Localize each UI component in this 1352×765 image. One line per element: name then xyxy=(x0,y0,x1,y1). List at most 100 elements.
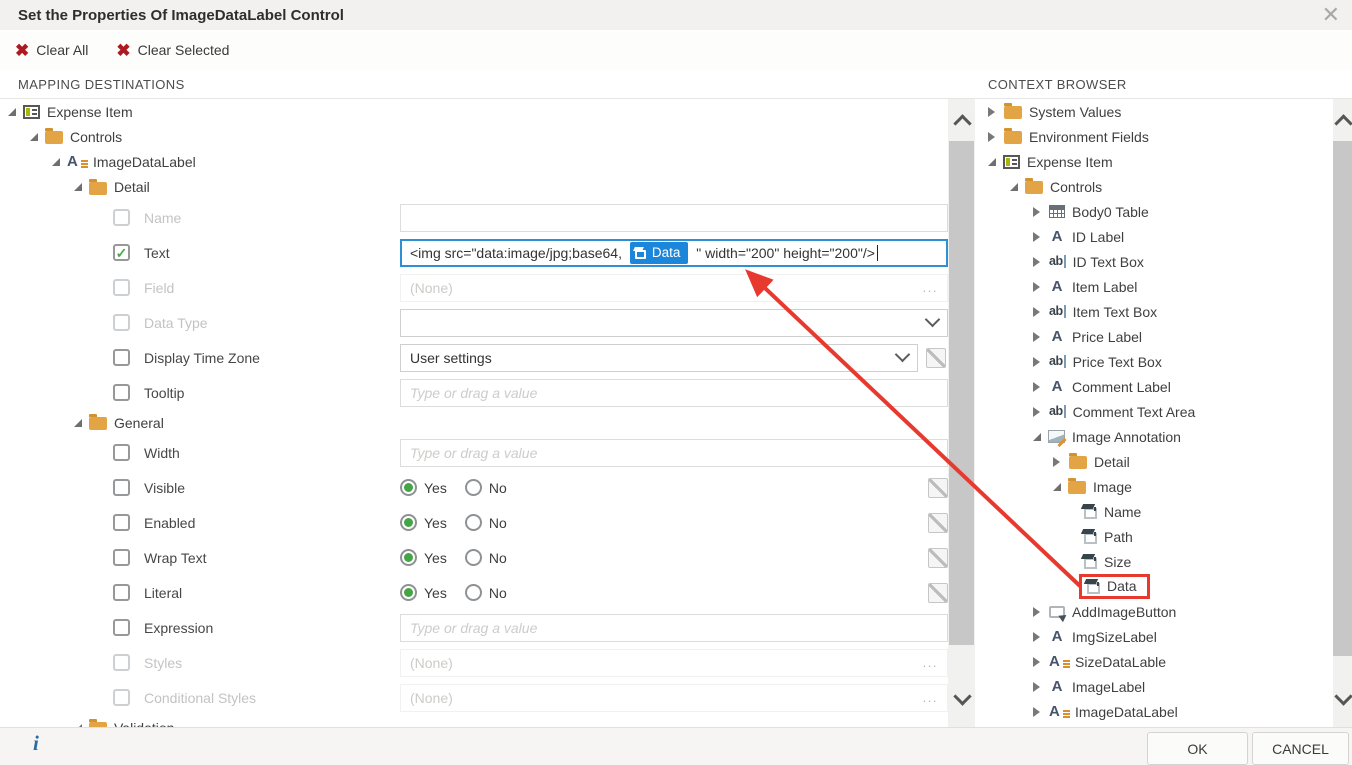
ctx-row-system-values[interactable]: System Values xyxy=(980,99,1332,124)
clear-all-button[interactable]: Clear All xyxy=(15,42,88,59)
radio-no[interactable] xyxy=(465,514,482,531)
text-input[interactable]: <img src="data:image/jpg;base64, Data " … xyxy=(400,239,948,267)
tree-row-imagedatalabel[interactable]: ImageDataLabel xyxy=(0,149,948,174)
data-field-chip[interactable]: Data xyxy=(630,242,689,264)
width-input[interactable]: Type or drag a value xyxy=(400,439,948,467)
ctx-row-image-annotation[interactable]: Image Annotation xyxy=(980,424,1332,449)
ellipsis-button[interactable]: ... xyxy=(923,655,938,670)
expand-closed-icon[interactable] xyxy=(1033,282,1040,292)
checkbox-checked[interactable] xyxy=(113,244,130,261)
field-picker[interactable]: (None) ... xyxy=(400,274,948,302)
ctx-row-imagedatalabel[interactable]: ImageDataLabel xyxy=(980,699,1332,724)
ctx-row-comment-label[interactable]: Comment Label xyxy=(980,374,1332,399)
data-type-select[interactable] xyxy=(400,309,948,337)
checkbox[interactable] xyxy=(113,444,130,461)
expand-open-icon[interactable] xyxy=(74,183,82,191)
checkbox[interactable] xyxy=(113,314,130,331)
radio-yes-selected[interactable] xyxy=(400,584,417,601)
checkbox[interactable] xyxy=(113,209,130,226)
expand-closed-icon[interactable] xyxy=(1053,457,1060,467)
ctx-row-environment-fields[interactable]: Environment Fields xyxy=(980,124,1332,149)
expand-closed-icon[interactable] xyxy=(1033,307,1040,317)
mapping-scrollbar[interactable] xyxy=(948,99,975,727)
scroll-down-icon[interactable] xyxy=(1334,687,1352,705)
tree-row-general[interactable]: General xyxy=(0,410,948,435)
conditional-styles-picker[interactable]: (None) ... xyxy=(400,684,948,712)
radio-yes-selected[interactable] xyxy=(400,514,417,531)
ctx-row-body0-table[interactable]: Body0 Table xyxy=(980,199,1332,224)
expand-closed-icon[interactable] xyxy=(988,107,995,117)
expand-closed-icon[interactable] xyxy=(1033,232,1040,242)
expand-closed-icon[interactable] xyxy=(988,132,995,142)
expand-closed-icon[interactable] xyxy=(1033,257,1040,267)
edit-button[interactable] xyxy=(928,583,948,603)
checkbox[interactable] xyxy=(113,619,130,636)
ctx-row-item-text-box[interactable]: Item Text Box xyxy=(980,299,1332,324)
expand-open-icon[interactable] xyxy=(988,158,996,166)
edit-button[interactable] xyxy=(926,348,946,368)
time-zone-select[interactable]: User settings xyxy=(400,344,918,372)
close-icon[interactable] xyxy=(1322,2,1340,28)
checkbox[interactable] xyxy=(113,584,130,601)
expand-closed-icon[interactable] xyxy=(1033,207,1040,217)
tree-row-expense-item[interactable]: Expense Item xyxy=(0,99,948,124)
ok-button[interactable]: OK xyxy=(1147,732,1248,765)
edit-button[interactable] xyxy=(928,513,948,533)
ctx-row-image[interactable]: Image xyxy=(980,474,1332,499)
expand-closed-icon[interactable] xyxy=(1033,707,1040,717)
ctx-row-size[interactable]: Size xyxy=(980,549,1332,574)
ctx-row-id-text-box[interactable]: ID Text Box xyxy=(980,249,1332,274)
expand-closed-icon[interactable] xyxy=(1033,332,1040,342)
expand-closed-icon[interactable] xyxy=(1033,657,1040,667)
tooltip-input[interactable]: Type or drag a value xyxy=(400,379,948,407)
expand-open-icon[interactable] xyxy=(8,108,16,116)
scrollbar-thumb[interactable] xyxy=(1333,141,1352,656)
tree-row-detail[interactable]: Detail xyxy=(0,174,948,200)
scroll-up-icon[interactable] xyxy=(953,114,971,132)
checkbox[interactable] xyxy=(113,279,130,296)
ctx-row-comment-text-area[interactable]: Comment Text Area xyxy=(980,399,1332,424)
edit-button[interactable] xyxy=(928,478,948,498)
ctx-row-id-label[interactable]: ID Label xyxy=(980,224,1332,249)
scroll-up-icon[interactable] xyxy=(1334,114,1352,132)
ellipsis-button[interactable]: ... xyxy=(923,280,938,295)
expand-closed-icon[interactable] xyxy=(1033,632,1040,642)
checkbox[interactable] xyxy=(113,514,130,531)
checkbox[interactable] xyxy=(113,384,130,401)
expand-closed-icon[interactable] xyxy=(1033,357,1040,367)
ctx-row-data[interactable]: Data xyxy=(980,574,1332,599)
expand-open-icon[interactable] xyxy=(1033,433,1041,441)
expand-open-icon[interactable] xyxy=(30,133,38,141)
radio-no[interactable] xyxy=(465,584,482,601)
expand-open-icon[interactable] xyxy=(74,419,82,427)
ellipsis-button[interactable]: ... xyxy=(923,690,938,705)
checkbox[interactable] xyxy=(113,689,130,706)
expand-open-icon[interactable] xyxy=(1053,483,1061,491)
radio-yes-selected[interactable] xyxy=(400,549,417,566)
scroll-down-icon[interactable] xyxy=(953,687,971,705)
ctx-row-detail[interactable]: Detail xyxy=(980,449,1332,474)
expand-closed-icon[interactable] xyxy=(1033,607,1040,617)
clear-selected-button[interactable]: Clear Selected xyxy=(116,42,229,59)
ctx-row-price-text-box[interactable]: Price Text Box xyxy=(980,349,1332,374)
ctx-row-addimagebutton[interactable]: AddImageButton xyxy=(980,599,1332,624)
radio-no[interactable] xyxy=(465,549,482,566)
expression-input[interactable]: Type or drag a value xyxy=(400,614,948,642)
ctx-row-name[interactable]: Name xyxy=(980,499,1332,524)
ctx-row-expense-item[interactable]: Expense Item xyxy=(980,149,1332,174)
checkbox[interactable] xyxy=(113,654,130,671)
scrollbar-thumb[interactable] xyxy=(949,141,974,645)
ctx-row-imgsizelabel[interactable]: ImgSizeLabel xyxy=(980,624,1332,649)
edit-button[interactable] xyxy=(928,548,948,568)
expand-open-icon[interactable] xyxy=(52,158,60,166)
cancel-button[interactable]: CANCEL xyxy=(1252,732,1349,765)
tree-row-validation[interactable]: Validation xyxy=(0,715,948,727)
ctx-row-sizedatalable[interactable]: SizeDataLable xyxy=(980,649,1332,674)
radio-yes-selected[interactable] xyxy=(400,479,417,496)
ctx-row-price-label[interactable]: Price Label xyxy=(980,324,1332,349)
ctx-row-imagelabel[interactable]: ImageLabel xyxy=(980,674,1332,699)
expand-closed-icon[interactable] xyxy=(1033,682,1040,692)
expand-closed-icon[interactable] xyxy=(1033,382,1040,392)
checkbox[interactable] xyxy=(113,549,130,566)
ctx-row-item-label[interactable]: Item Label xyxy=(980,274,1332,299)
